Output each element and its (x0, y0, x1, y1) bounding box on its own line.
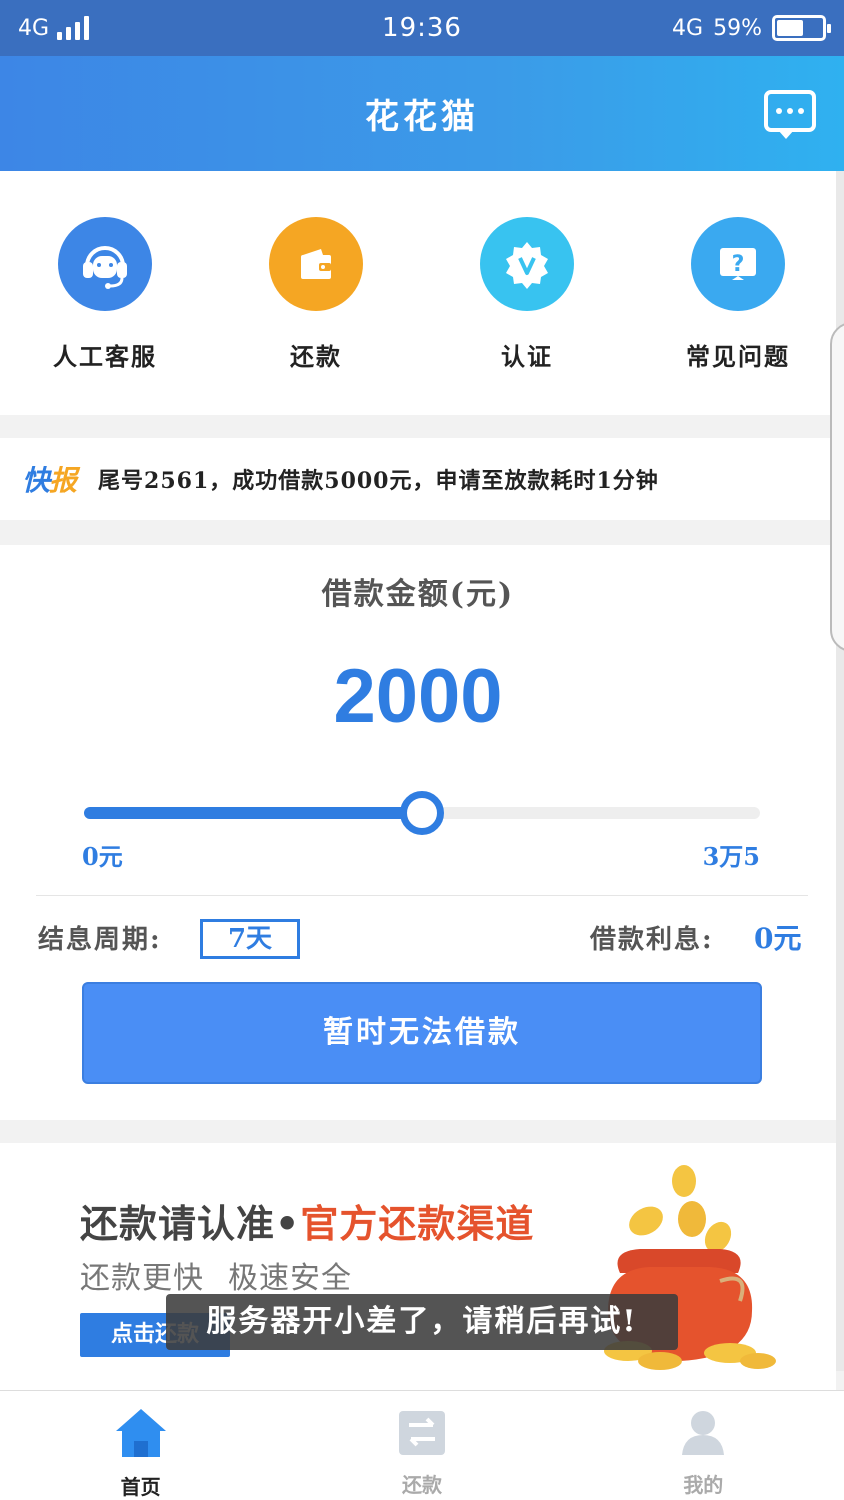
toast-message: 服务器开小差了，请稍后再试! (166, 1294, 678, 1350)
slider-min-label: 0元 (82, 842, 123, 871)
action-customer-service[interactable]: 人工客服 (5, 217, 205, 372)
status-left: 4G (18, 15, 90, 41)
network-label: 4G (18, 15, 50, 41)
divider (36, 895, 808, 896)
amount-slider[interactable] (84, 791, 760, 835)
tab-label: 首页 (120, 1475, 161, 1499)
battery-percent: 59% (713, 15, 762, 41)
slider-max-label: 3万5 (702, 842, 760, 871)
tab-me[interactable]: 我的 (563, 1391, 844, 1500)
action-verify[interactable]: 认证 (427, 217, 627, 372)
news-ticker[interactable]: 快报 尾号2561，成功借款5000元，申请至放款耗时1分钟 (0, 438, 836, 520)
loan-card: 借款金额(元) 2000 0元 3万5 结息周期: 7天 借款利息: 0元 暂时… (0, 545, 836, 1120)
network-right-label: 4G (672, 15, 704, 41)
banner-title: 还款请认准•官方还款渠道 (80, 1202, 535, 1246)
news-tag: 快报 (22, 464, 77, 497)
bottom-tab-bar: 首页 还款 我的 (0, 1390, 844, 1500)
chat-bubble-icon[interactable] (764, 90, 816, 139)
tab-repay[interactable]: 还款 (281, 1391, 562, 1500)
tab-label: 我的 (683, 1473, 724, 1497)
home-icon (115, 1409, 166, 1457)
period-label: 结息周期: (38, 925, 162, 955)
interest-label: 借款利息: (590, 925, 714, 955)
signal-icon (57, 16, 90, 40)
slider-fill (84, 807, 422, 819)
status-right: 4G 59% (672, 15, 831, 41)
banner-subtitle: 还款更快 极速安全 (80, 1261, 352, 1296)
app-header: 花花猫 (0, 56, 844, 171)
action-repay[interactable]: 还款 (216, 217, 416, 372)
verified-badge-icon (480, 217, 574, 311)
battery-icon (772, 15, 831, 41)
tab-label: 还款 (401, 1473, 442, 1497)
action-label: 还款 (290, 342, 342, 371)
loan-title: 借款金额(元) (321, 577, 515, 612)
side-drag-handle[interactable] (830, 322, 844, 652)
headset-icon (58, 217, 152, 311)
action-label: 常见问题 (686, 342, 790, 371)
user-icon (682, 1411, 725, 1455)
action-label: 人工客服 (53, 342, 157, 371)
slider-thumb[interactable] (400, 791, 444, 835)
svg-text:?: ? (732, 252, 745, 277)
question-icon: ? (691, 217, 785, 311)
repay-icon (398, 1411, 445, 1455)
quick-actions: 人工客服 还款 认证 ? 常见问题 (0, 171, 836, 415)
loan-amount: 2000 (333, 654, 503, 739)
period-select[interactable]: 7天 (200, 919, 300, 959)
interest-value: 0元 (754, 922, 802, 955)
action-faq[interactable]: ? 常见问题 (638, 217, 838, 372)
action-label: 认证 (501, 342, 553, 371)
repay-banner[interactable]: 还款请认准•官方还款渠道 还款更快 极速安全 点击还款 (0, 1143, 836, 1390)
wallet-icon (269, 217, 363, 311)
news-text: 尾号2561，成功借款5000元，申请至放款耗时1分钟 (98, 468, 659, 494)
status-bar: 4G 19:36 4G 59% (0, 0, 844, 56)
page-title: 花花猫 (365, 97, 479, 137)
tab-home[interactable]: 首页 (0, 1391, 281, 1500)
loan-button[interactable]: 暂时无法借款 (82, 982, 762, 1084)
